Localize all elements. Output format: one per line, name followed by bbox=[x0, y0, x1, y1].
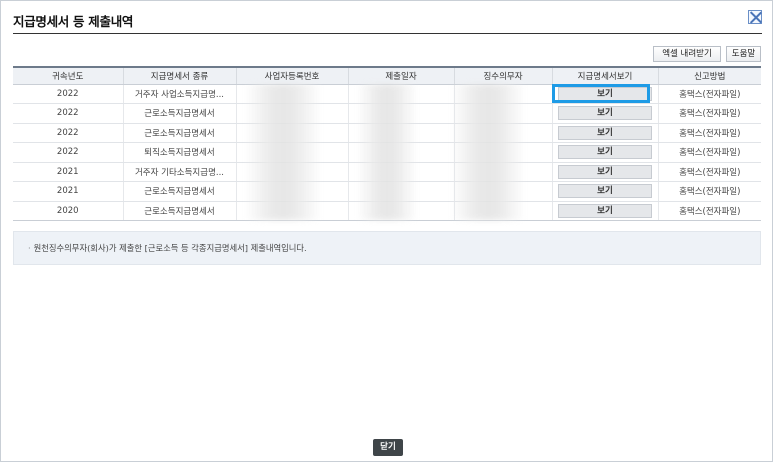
help-button[interactable]: 도움말 bbox=[726, 46, 761, 62]
bullet-icon: · bbox=[28, 243, 31, 253]
header-kind: 지급명세서 종류 bbox=[122, 66, 236, 85]
cell-view: 보기 bbox=[551, 162, 658, 182]
cell-method: 홈택스(전자파일) bbox=[657, 142, 761, 163]
view-button[interactable]: 보기 bbox=[558, 145, 652, 160]
header-date: 제출일자 bbox=[347, 66, 454, 85]
redacted-bizno-column bbox=[245, 84, 321, 220]
view-button[interactable]: 보기 bbox=[558, 203, 652, 218]
close-button[interactable]: 닫기 bbox=[373, 439, 403, 456]
cell-method: 홈택스(전자파일) bbox=[657, 84, 761, 104]
title-divider bbox=[13, 33, 762, 34]
cell-view: 보기 bbox=[551, 181, 658, 202]
cell-year: 2021 bbox=[13, 162, 123, 182]
cell-method: 홈택스(전자파일) bbox=[657, 103, 761, 124]
view-button[interactable]: 보기 bbox=[558, 106, 652, 121]
view-button[interactable]: 보기 bbox=[558, 184, 652, 199]
dialog-title: 지급명세서 등 제출내역 bbox=[13, 14, 134, 29]
cell-view: 보기 bbox=[551, 142, 658, 163]
cell-kind: 근로소득지급명세서 bbox=[122, 201, 236, 221]
header-view: 지급명세서보기 bbox=[551, 66, 658, 85]
cell-year: 2020 bbox=[13, 201, 123, 221]
view-button[interactable]: 보기 bbox=[558, 164, 652, 179]
excel-download-button[interactable]: 엑셀 내려받기 bbox=[653, 46, 721, 62]
cell-view: 보기 bbox=[551, 103, 658, 124]
cell-kind: 거주자 기타소득지급명... bbox=[122, 162, 236, 182]
redacted-date-column bbox=[357, 84, 417, 220]
cell-year: 2022 bbox=[13, 142, 123, 163]
cell-year: 2022 bbox=[13, 84, 123, 104]
dialog-window: 지급명세서 등 제출내역 엑셀 내려받기 도움말 귀속년도 지급명세서 종류 사… bbox=[0, 0, 773, 462]
table-header-row: 귀속년도 지급명세서 종류 사업자등록번호 제출일자 징수의무자 지급명세서보기… bbox=[13, 66, 761, 85]
cell-kind: 근로소득지급명세서 bbox=[122, 123, 236, 143]
cell-method: 홈택스(전자파일) bbox=[657, 162, 761, 182]
cell-kind: 거주자 사업소득지급명... bbox=[122, 84, 236, 104]
cell-method: 홈택스(전자파일) bbox=[657, 201, 761, 221]
cell-view: 보기 bbox=[551, 84, 658, 104]
view-button[interactable]: 보기 bbox=[558, 86, 652, 101]
cell-year: 2022 bbox=[13, 103, 123, 124]
notice-text: 원천징수의무자(회사)가 제출한 [근로소득 등 각종지급명세서] 제출내역입니… bbox=[33, 243, 307, 253]
header-method: 신고방법 bbox=[657, 66, 761, 85]
redacted-payer-column bbox=[451, 84, 525, 220]
header-bizno: 사업자등록번호 bbox=[235, 66, 348, 85]
cell-view: 보기 bbox=[551, 123, 658, 143]
cell-kind: 근로소득지급명세서 bbox=[122, 103, 236, 124]
cell-view: 보기 bbox=[551, 201, 658, 221]
cell-method: 홈택스(전자파일) bbox=[657, 123, 761, 143]
header-year: 귀속년도 bbox=[13, 66, 123, 85]
cell-method: 홈택스(전자파일) bbox=[657, 181, 761, 202]
view-button[interactable]: 보기 bbox=[558, 125, 652, 140]
notice-box: · 원천징수의무자(회사)가 제출한 [근로소득 등 각종지급명세서] 제출내역입… bbox=[13, 231, 761, 265]
close-icon[interactable] bbox=[748, 10, 762, 24]
cell-year: 2022 bbox=[13, 123, 123, 143]
cell-kind: 근로소득지급명세서 bbox=[122, 181, 236, 202]
cell-kind: 퇴직소득지급명세서 bbox=[122, 142, 236, 163]
cell-year: 2021 bbox=[13, 181, 123, 202]
header-payer: 징수의무자 bbox=[453, 66, 552, 85]
